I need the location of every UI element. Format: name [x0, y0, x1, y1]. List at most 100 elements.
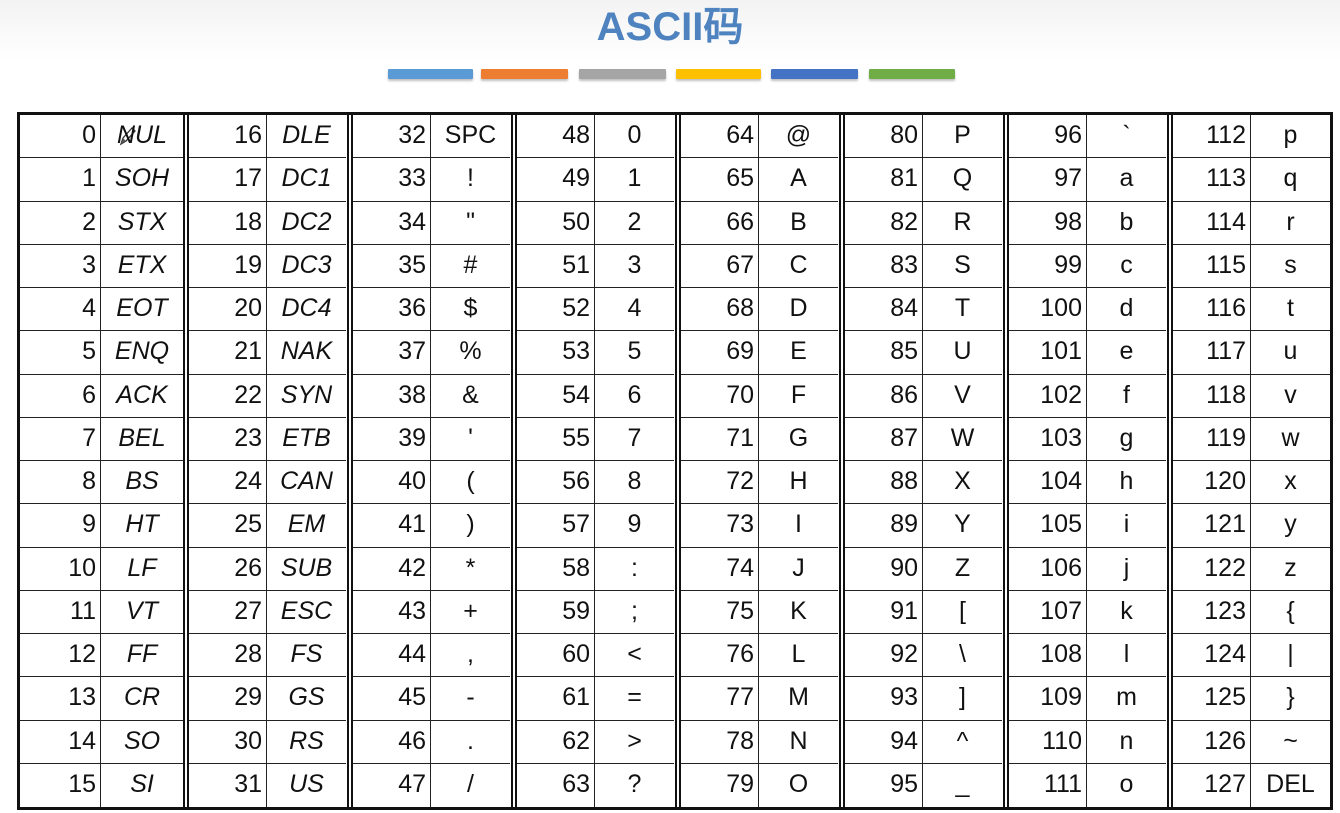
table-row: 55 7: [517, 417, 674, 461]
table-row: 2 STX: [20, 201, 183, 245]
table-row: 91 [: [845, 590, 1002, 634]
code-cell: 119: [1173, 417, 1251, 460]
char-cell: ETB: [282, 423, 331, 452]
char-cell: X: [954, 467, 971, 495]
char-cell: q: [1283, 164, 1298, 193]
char-cell: G: [788, 423, 809, 452]
table-row: 32 SPC: [353, 115, 510, 159]
table-row: 95 _: [845, 763, 1002, 807]
table-row: 60 <: [517, 634, 674, 678]
table-column-group: 48 0 49 1 50 2 51 3 52 4 53 5 54 6 55 7 56 8 57 9 58:59; 60 <6…: [511, 115, 674, 807]
table-row: 99 c: [1009, 244, 1166, 288]
code-cell: 86: [845, 374, 923, 417]
table-row: 94 ^: [845, 720, 1002, 764]
table-row: 103 g: [1009, 417, 1166, 461]
accent-bar: [676, 69, 761, 79]
char-cell: $: [463, 294, 478, 322]
table-row: 116 t: [1173, 288, 1330, 332]
table-row: 38 &: [353, 374, 510, 418]
table-row: 61 =: [517, 677, 674, 721]
table-row: 108 l: [1009, 634, 1166, 678]
table-row: 45 -: [353, 677, 510, 721]
char-cell: 2: [627, 207, 642, 236]
char-cell: SI: [130, 769, 154, 798]
char-cell: US: [289, 769, 324, 798]
table-row: 52 4: [517, 288, 674, 332]
code-cell: 109: [1009, 677, 1087, 720]
table-column-group: 112 p 113 q 114 r 115 s 116 t 117 u 118 v 119 w 120 x 121 y…: [1167, 115, 1330, 807]
code-cell: 51: [517, 244, 595, 287]
table-row: 82 R: [845, 201, 1002, 245]
char-cell: VT: [126, 596, 158, 625]
table-row: 47 /: [353, 763, 510, 807]
char-cell: d: [1119, 294, 1134, 322]
table-row: 85 U: [845, 331, 1002, 375]
code-cell: 120: [1173, 461, 1251, 504]
table-row: 110 n: [1009, 720, 1166, 764]
table-row: 15 SI: [20, 763, 183, 807]
slide: ASCII码 0 NUL 1 SOH 2 STX 3 ETX 4 EOT 5 ENQ 6 ACK 7 BEL 8…: [0, 0, 1340, 813]
code-cell: 49: [517, 158, 595, 201]
char-cell: W: [950, 423, 975, 452]
code-cell: 112: [1173, 115, 1251, 158]
code-cell: 60: [517, 634, 595, 677]
table-row: 89 Y: [845, 504, 1002, 548]
code-cell: 52: [517, 288, 595, 331]
table-row: 1 SOH: [20, 158, 183, 202]
char-cell: g: [1119, 423, 1134, 452]
table-row: 24 CAN: [189, 461, 346, 505]
code-cell: 25: [189, 504, 267, 547]
char-cell: BEL: [118, 423, 166, 452]
char-cell: K: [790, 596, 807, 625]
table-row: 19 DC3: [189, 244, 346, 288]
char-cell: N: [789, 726, 808, 755]
char-cell: r: [1286, 207, 1295, 236]
char-cell: DC3: [281, 250, 332, 279]
table-row: 57 9: [517, 504, 674, 548]
table-column-group: 80 P 81 Q 82 R 83 S 84 T 85 U 86 V 87 W 88 X 89 Y 90 Z 91[92 \ 9…: [839, 115, 1002, 807]
char-cell: T: [954, 294, 971, 322]
char-cell: Z: [954, 553, 971, 582]
char-cell: A: [790, 164, 807, 193]
table-row: 119 w: [1173, 417, 1330, 461]
char-cell: ): [466, 510, 475, 539]
table-row: 105 i: [1009, 504, 1166, 548]
table-row: 100 d: [1009, 288, 1166, 332]
table-row: 101 e: [1009, 331, 1166, 375]
table-row: 98 b: [1009, 201, 1166, 245]
table-row: 79 O: [681, 763, 838, 807]
char-cell: SUB: [280, 553, 333, 582]
code-cell: 45: [353, 677, 431, 720]
table-row: 126 ~: [1173, 720, 1330, 764]
code-cell: 111: [1009, 763, 1087, 807]
char-cell: ': [468, 423, 473, 452]
table-row: 56 8: [517, 461, 674, 505]
code-cell: 90: [845, 547, 923, 590]
table-row: 64 @: [681, 115, 838, 159]
code-cell: 64: [681, 115, 759, 158]
table-row: 62 >: [517, 720, 674, 764]
char-cell: |: [1287, 640, 1294, 668]
char-cell: LF: [127, 553, 157, 582]
table-row: 123 {: [1173, 590, 1330, 634]
char-cell: _: [955, 769, 970, 798]
table-row: 69 E: [681, 331, 838, 375]
char-cell: \: [959, 640, 966, 668]
char-cell: a: [1119, 164, 1134, 193]
table-row: 74 J: [681, 547, 838, 591]
table-row: 23 ETB: [189, 417, 346, 461]
code-cell: 122: [1173, 547, 1251, 590]
code-cell: 124: [1173, 634, 1251, 677]
table-row: 18 DC2: [189, 201, 346, 245]
char-cell: Y: [954, 510, 971, 539]
char-cell: 7: [627, 423, 642, 452]
code-cell: 84: [845, 288, 923, 331]
char-cell: V: [954, 380, 971, 409]
table-row: 125}: [1173, 677, 1330, 721]
char-cell: t: [1287, 294, 1294, 322]
table-row: 41): [353, 504, 510, 548]
char-cell: H: [789, 467, 808, 495]
char-cell: h: [1119, 467, 1134, 495]
char-cell: w: [1281, 423, 1300, 452]
char-cell: E: [790, 337, 807, 366]
